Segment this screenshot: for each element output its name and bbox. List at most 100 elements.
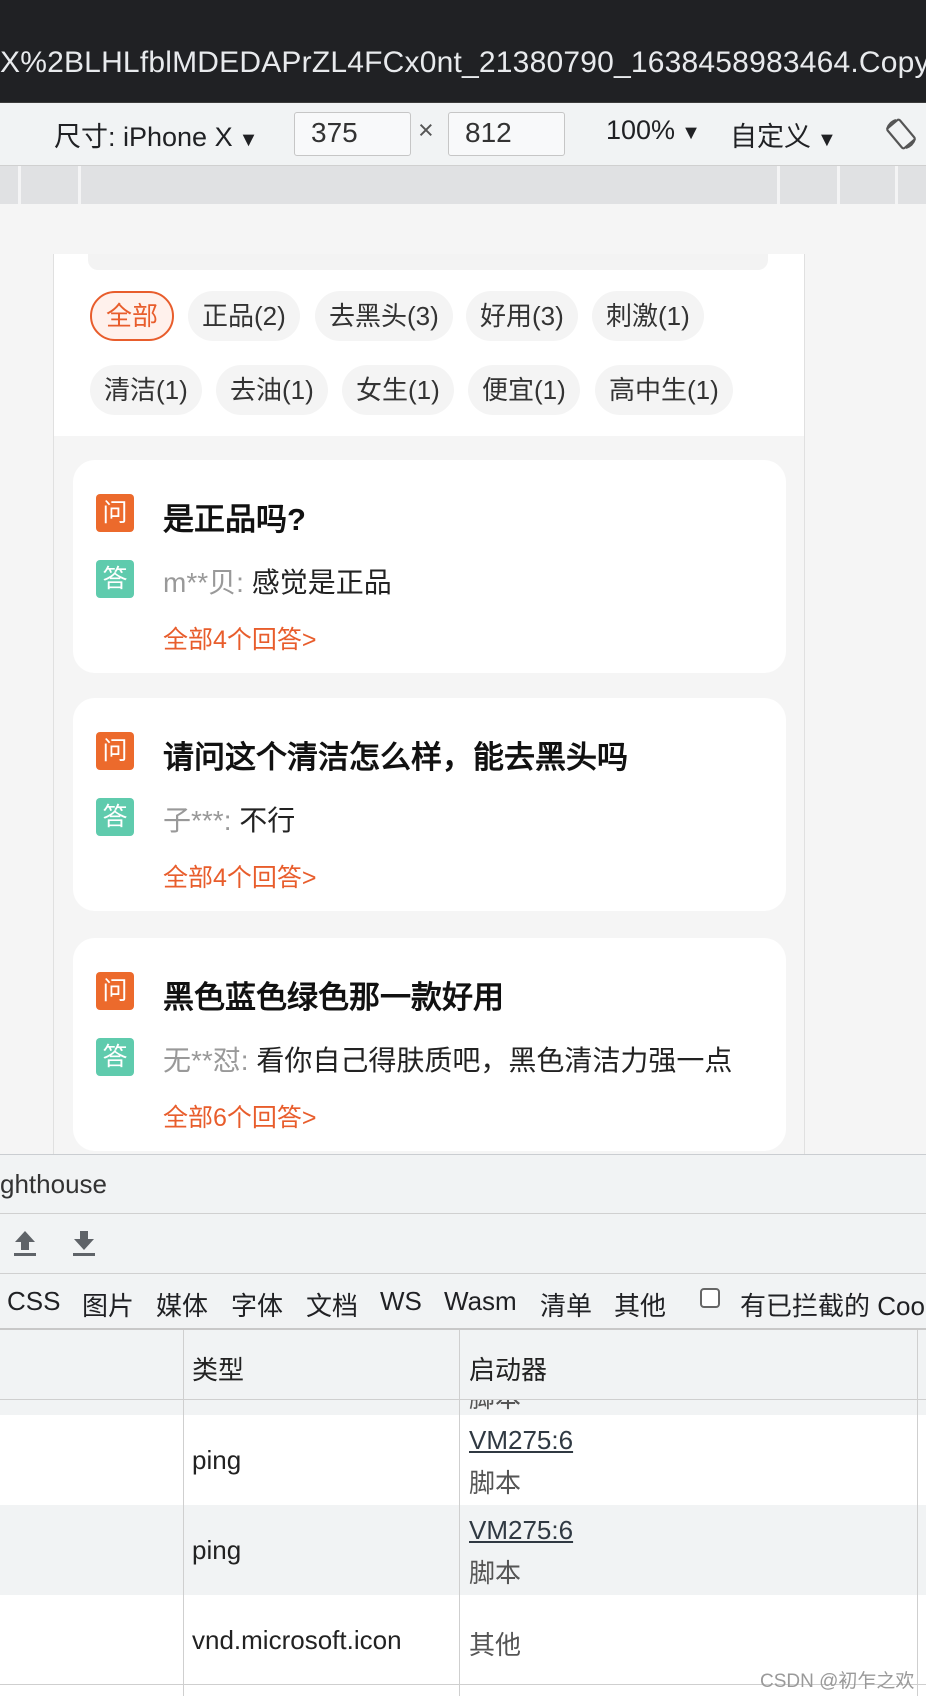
zoom-select[interactable]: 100% ▼	[606, 115, 701, 146]
answer-line: 子***: 不行	[163, 799, 295, 839]
device-select[interactable]: 尺寸: iPhone X ▼	[54, 115, 258, 154]
search-bar-edge	[88, 254, 768, 270]
answer-user: 无**怼	[163, 1045, 241, 1076]
question-text: 是正品吗?	[163, 502, 306, 537]
blocked-cookies-checkbox[interactable]	[700, 1288, 720, 1308]
all-answers-link[interactable]: 全部6个回答>	[163, 1098, 317, 1134]
chevron-down-icon: ▼	[817, 129, 837, 151]
tag-item[interactable]: 便宜(1)	[468, 365, 580, 415]
export-har-icon[interactable]	[70, 1228, 98, 1258]
filter-css[interactable]: CSS	[7, 1286, 60, 1317]
watermark: CSDN @初乍之欢	[760, 1671, 915, 1692]
initiator-kind: 其他	[469, 1630, 522, 1660]
type-cell: vnd.microsoft.icon	[192, 1625, 402, 1655]
ruler-divider	[837, 166, 840, 204]
devtools-filter-bar: CSS 图片 媒体 字体 文档 WS Wasm 清单 其他 有已拦截的 Coo	[0, 1274, 926, 1330]
column-type[interactable]: 类型	[192, 1350, 244, 1387]
devtools-actions	[0, 1214, 926, 1274]
tab-lighthouse[interactable]: ghthouse	[0, 1169, 107, 1200]
answer-user: m**贝	[163, 567, 237, 598]
answer-icon: 答	[96, 798, 134, 836]
ruler-divider	[895, 166, 898, 204]
qa-card[interactable]: 问 是正品吗? 答 m**贝: 感觉是正品 全部4个回答>	[73, 460, 786, 673]
answer-line: m**贝: 感觉是正品	[163, 561, 392, 601]
devtools-tabbar: ghthouse	[0, 1154, 926, 1214]
column-initiator[interactable]: 启动器	[469, 1350, 547, 1387]
all-answers-link[interactable]: 全部4个回答>	[163, 858, 317, 894]
device-viewport: 全部 正品(2) 去黑头(3) 好用(3) 刺激(1) 清洁(1) 去油(1) …	[0, 204, 926, 1154]
height-input[interactable]: 812	[448, 112, 565, 156]
network-table: 类型 启动器 脚本 ping VM275:6 脚本 ping VM275:6 脚…	[0, 1330, 926, 1696]
initiator-kind: 脚本	[469, 1400, 521, 1415]
type-cell: ping	[192, 1445, 242, 1475]
filter-manifest[interactable]: 清单	[540, 1286, 592, 1323]
filter-other[interactable]: 其他	[614, 1286, 666, 1323]
initiator-kind: 脚本	[469, 1468, 522, 1498]
all-answers-link[interactable]: 全部4个回答>	[163, 620, 317, 656]
ruler-divider	[18, 166, 21, 204]
ruler-divider	[777, 166, 780, 204]
answer-icon: 答	[96, 560, 134, 598]
answer-text: 看你自己得肤质吧，黑色清洁力强一点	[256, 1045, 733, 1076]
column-divider[interactable]	[183, 1330, 184, 1696]
tag-item[interactable]: 刺激(1)	[592, 291, 704, 341]
table-header: 类型 启动器	[0, 1330, 926, 1400]
chevron-down-icon: ▼	[681, 122, 701, 144]
filter-ws[interactable]: WS	[380, 1286, 422, 1317]
answer-icon: 答	[96, 1038, 134, 1076]
width-input[interactable]: 375	[294, 112, 411, 156]
device-label: 尺寸: iPhone X	[54, 122, 233, 152]
answer-separator: :	[223, 805, 232, 836]
table-row[interactable]: ping VM275:6 脚本	[0, 1505, 926, 1595]
column-divider[interactable]	[917, 1330, 918, 1696]
type-cell: ping	[192, 1535, 242, 1565]
answer-line: 无**怼: 看你自己得肤质吧，黑色清洁力强一点	[163, 1039, 732, 1079]
answer-user: 子***	[163, 805, 224, 836]
filter-font[interactable]: 字体	[231, 1286, 283, 1323]
zoom-label: 100%	[606, 115, 676, 145]
tag-item[interactable]: 正品(2)	[188, 291, 300, 341]
tag-item[interactable]: 女生(1)	[342, 365, 454, 415]
answer-text: 不行	[239, 805, 296, 836]
table-row-partial[interactable]: 脚本	[0, 1400, 926, 1415]
tag-panel: 全部 正品(2) 去黑头(3) 好用(3) 刺激(1) 清洁(1) 去油(1) …	[54, 254, 804, 436]
answer-text: 感觉是正品	[251, 567, 392, 598]
tag-item[interactable]: 清洁(1)	[90, 365, 202, 415]
ruler-divider	[78, 166, 81, 204]
throttle-select[interactable]: 自定义 ▼	[730, 115, 837, 154]
mobile-page: 全部 正品(2) 去黑头(3) 好用(3) 刺激(1) 清洁(1) 去油(1) …	[53, 254, 805, 1154]
url-text[interactable]: X%2BLHLfblMDEDAPrZL4FCx0nt_21380790_1638…	[0, 46, 926, 80]
tag-item[interactable]: 好用(3)	[466, 291, 578, 341]
throttle-label: 自定义	[730, 122, 811, 152]
initiator-kind: 脚本	[469, 1558, 522, 1588]
qa-card[interactable]: 问 请问这个清洁怎么样，能去黑头吗 答 子***: 不行 全部4个回答>	[73, 698, 786, 911]
tag-all[interactable]: 全部	[90, 291, 175, 341]
tag-item[interactable]: 高中生(1)	[595, 365, 733, 415]
answer-separator: :	[236, 567, 244, 598]
rotate-icon[interactable]	[884, 117, 918, 151]
filter-media[interactable]: 媒体	[156, 1286, 208, 1323]
question-text: 请问这个清洁怎么样，能去黑头吗	[163, 740, 628, 775]
answer-separator: :	[240, 1045, 249, 1076]
qa-card[interactable]: 问 黑色蓝色绿色那一款好用 答 无**怼: 看你自己得肤质吧，黑色清洁力强一点 …	[73, 938, 786, 1151]
table-row[interactable]: ping VM275:6 脚本	[0, 1415, 926, 1505]
device-toolbar: 尺寸: iPhone X ▼ 375 × 812 100% ▼ 自定义 ▼	[0, 103, 926, 166]
filter-img[interactable]: 图片	[82, 1286, 134, 1323]
blocked-cookies-label: 有已拦截的 Coo	[740, 1291, 925, 1321]
tag-item[interactable]: 去油(1)	[216, 365, 328, 415]
question-text: 黑色蓝色绿色那一款好用	[163, 980, 504, 1015]
browser-url-bar[interactable]: X%2BLHLfblMDEDAPrZL4FCx0nt_21380790_1638…	[0, 0, 926, 103]
import-har-icon[interactable]	[11, 1228, 39, 1258]
chevron-down-icon: ▼	[238, 129, 259, 151]
times-icon: ×	[418, 115, 434, 145]
column-divider[interactable]	[459, 1330, 460, 1696]
initiator-link[interactable]: VM275:6	[469, 1425, 573, 1456]
tag-item[interactable]: 去黑头(3)	[315, 291, 453, 341]
media-query-ruler	[0, 166, 926, 204]
initiator-link[interactable]: VM275:6	[469, 1515, 573, 1546]
question-icon: 问	[96, 972, 134, 1010]
filter-doc[interactable]: 文档	[306, 1286, 358, 1323]
question-icon: 问	[96, 732, 134, 770]
question-icon: 问	[96, 494, 134, 532]
filter-wasm[interactable]: Wasm	[444, 1286, 517, 1317]
